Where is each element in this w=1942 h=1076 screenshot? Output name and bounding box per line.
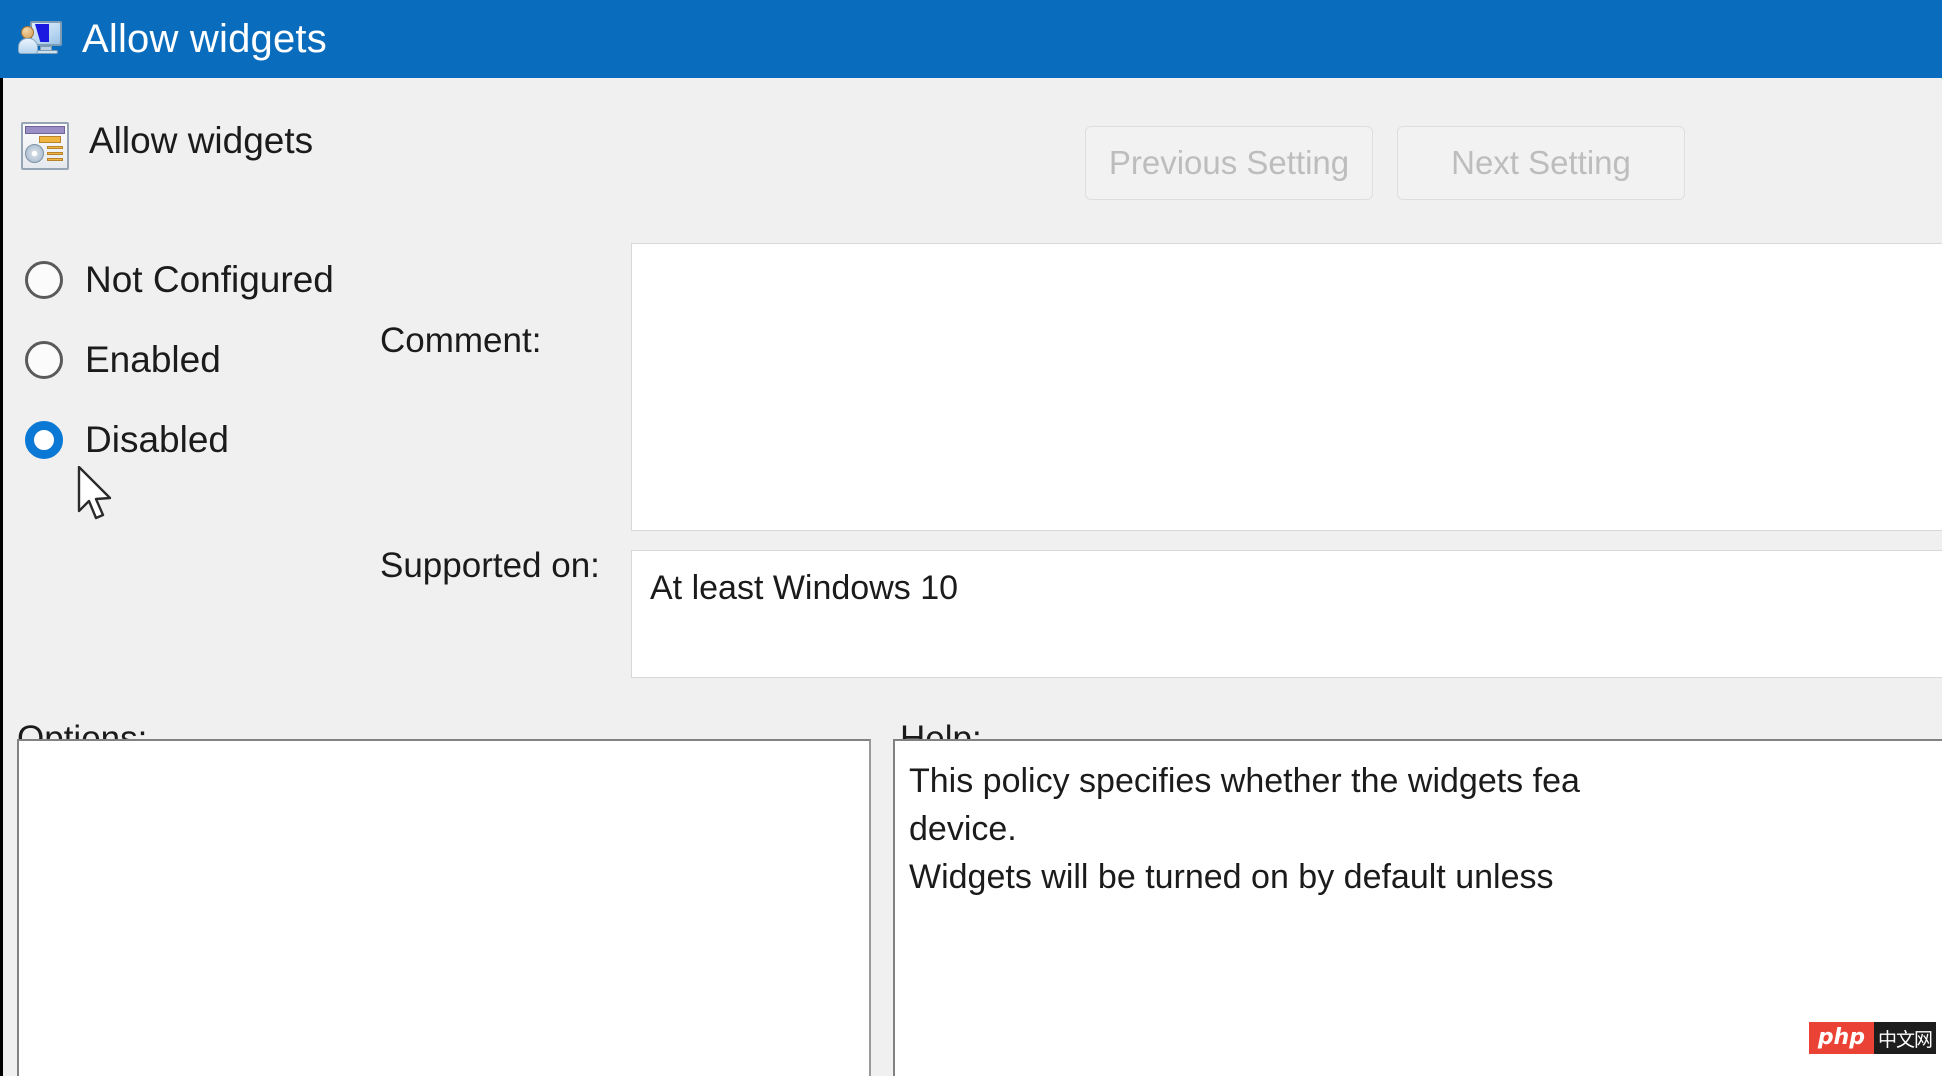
radio-disabled[interactable]: Disabled: [25, 400, 385, 480]
allow-widgets-policy-dialog: Allow widgets Allow widgets Previous Set…: [0, 0, 1942, 1076]
supported-on-box: At least Windows 10: [631, 550, 1942, 678]
radio-not-configured-indicator[interactable]: [25, 261, 63, 299]
comment-input[interactable]: [631, 243, 1942, 531]
radio-enabled[interactable]: Enabled: [25, 320, 385, 400]
window-titlebar[interactable]: Allow widgets: [0, 0, 1942, 78]
watermark-brand: php: [1808, 1022, 1874, 1054]
radio-disabled-label: Disabled: [85, 419, 229, 460]
window-title: Allow widgets: [82, 17, 327, 61]
radio-enabled-label: Enabled: [85, 339, 221, 380]
previous-setting-button[interactable]: Previous Setting: [1085, 126, 1373, 200]
radio-not-configured-label: Not Configured: [85, 259, 334, 300]
dialog-content: Allow widgets Previous Setting Next Sett…: [0, 78, 1942, 1076]
help-line: This policy specifies whether the widget…: [909, 762, 1580, 800]
radio-not-configured[interactable]: Not Configured: [25, 240, 385, 320]
help-line: Widgets will be turned on by default unl…: [909, 858, 1554, 896]
next-setting-button[interactable]: Next Setting: [1397, 126, 1685, 200]
options-pane[interactable]: [17, 739, 871, 1076]
supported-on-value: At least Windows 10: [650, 569, 959, 607]
radio-enabled-indicator[interactable]: [25, 341, 63, 379]
policy-state-radio-group: Not Configured Enabled Disabled: [25, 240, 385, 480]
policy-setting-icon: [21, 122, 69, 170]
policy-header: Allow widgets Previous Setting Next Sett…: [3, 78, 1942, 224]
watermark-suffix: 中文网: [1873, 1022, 1936, 1054]
comment-label: Comment:: [380, 321, 542, 360]
supported-on-label: Supported on:: [380, 546, 600, 585]
setting-navigation: Previous Setting Next Setting: [1085, 126, 1685, 200]
watermark-badge: php 中文网: [1808, 1022, 1936, 1054]
help-pane[interactable]: This policy specifies whether the widget…: [893, 739, 1942, 1076]
policy-name: Allow widgets: [89, 120, 314, 161]
radio-disabled-indicator[interactable]: [25, 421, 63, 459]
help-line: device.: [909, 810, 1017, 848]
policy-user-computer-icon: [18, 17, 64, 61]
